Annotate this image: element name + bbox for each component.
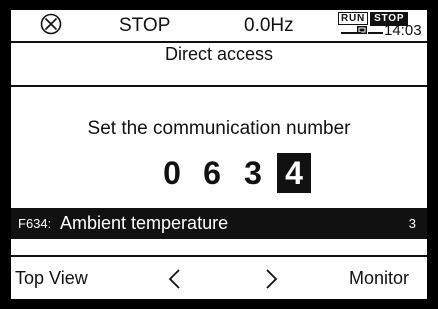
parameter-name: Ambient temperature bbox=[60, 213, 229, 233]
status-bar: STOP 0.0Hz RUN STOP 14:03 bbox=[11, 10, 427, 42]
parameter-value: 3 bbox=[408, 216, 416, 231]
digit-2[interactable]: 6 bbox=[196, 153, 228, 193]
status-divider bbox=[368, 32, 383, 34]
prompt-text: Set the communication number bbox=[87, 118, 351, 139]
output-frequency: 0.0Hz bbox=[244, 15, 294, 36]
battery-icon bbox=[357, 26, 367, 34]
monitor-button[interactable]: Monitor bbox=[349, 267, 409, 289]
circle-x-icon bbox=[40, 13, 62, 35]
digit-3[interactable]: 3 bbox=[237, 153, 269, 193]
lcd-screen: STOP 0.0Hz RUN STOP 14:03 Direct access … bbox=[11, 10, 427, 299]
chevron-right-icon[interactable] bbox=[263, 267, 279, 291]
run-indicator: RUN bbox=[338, 12, 369, 25]
screen-title: Direct access bbox=[164, 44, 274, 64]
clock: 14:03 bbox=[384, 22, 422, 39]
softkey-bar: Top View Monitor bbox=[11, 258, 427, 299]
chevron-left-icon[interactable] bbox=[167, 267, 183, 291]
digit-1[interactable]: 0 bbox=[156, 153, 188, 193]
parameter-code: F634: bbox=[18, 216, 52, 231]
top-view-button[interactable]: Top View bbox=[15, 267, 88, 289]
communication-number-input[interactable]: 0 6 3 4 bbox=[11, 153, 427, 193]
parameter-info-bar: F634: Ambient temperature 3 bbox=[11, 208, 427, 239]
drive-state: STOP bbox=[119, 15, 171, 36]
divider bbox=[11, 255, 427, 257]
divider bbox=[11, 85, 427, 87]
digit-4-selected[interactable]: 4 bbox=[277, 153, 311, 193]
